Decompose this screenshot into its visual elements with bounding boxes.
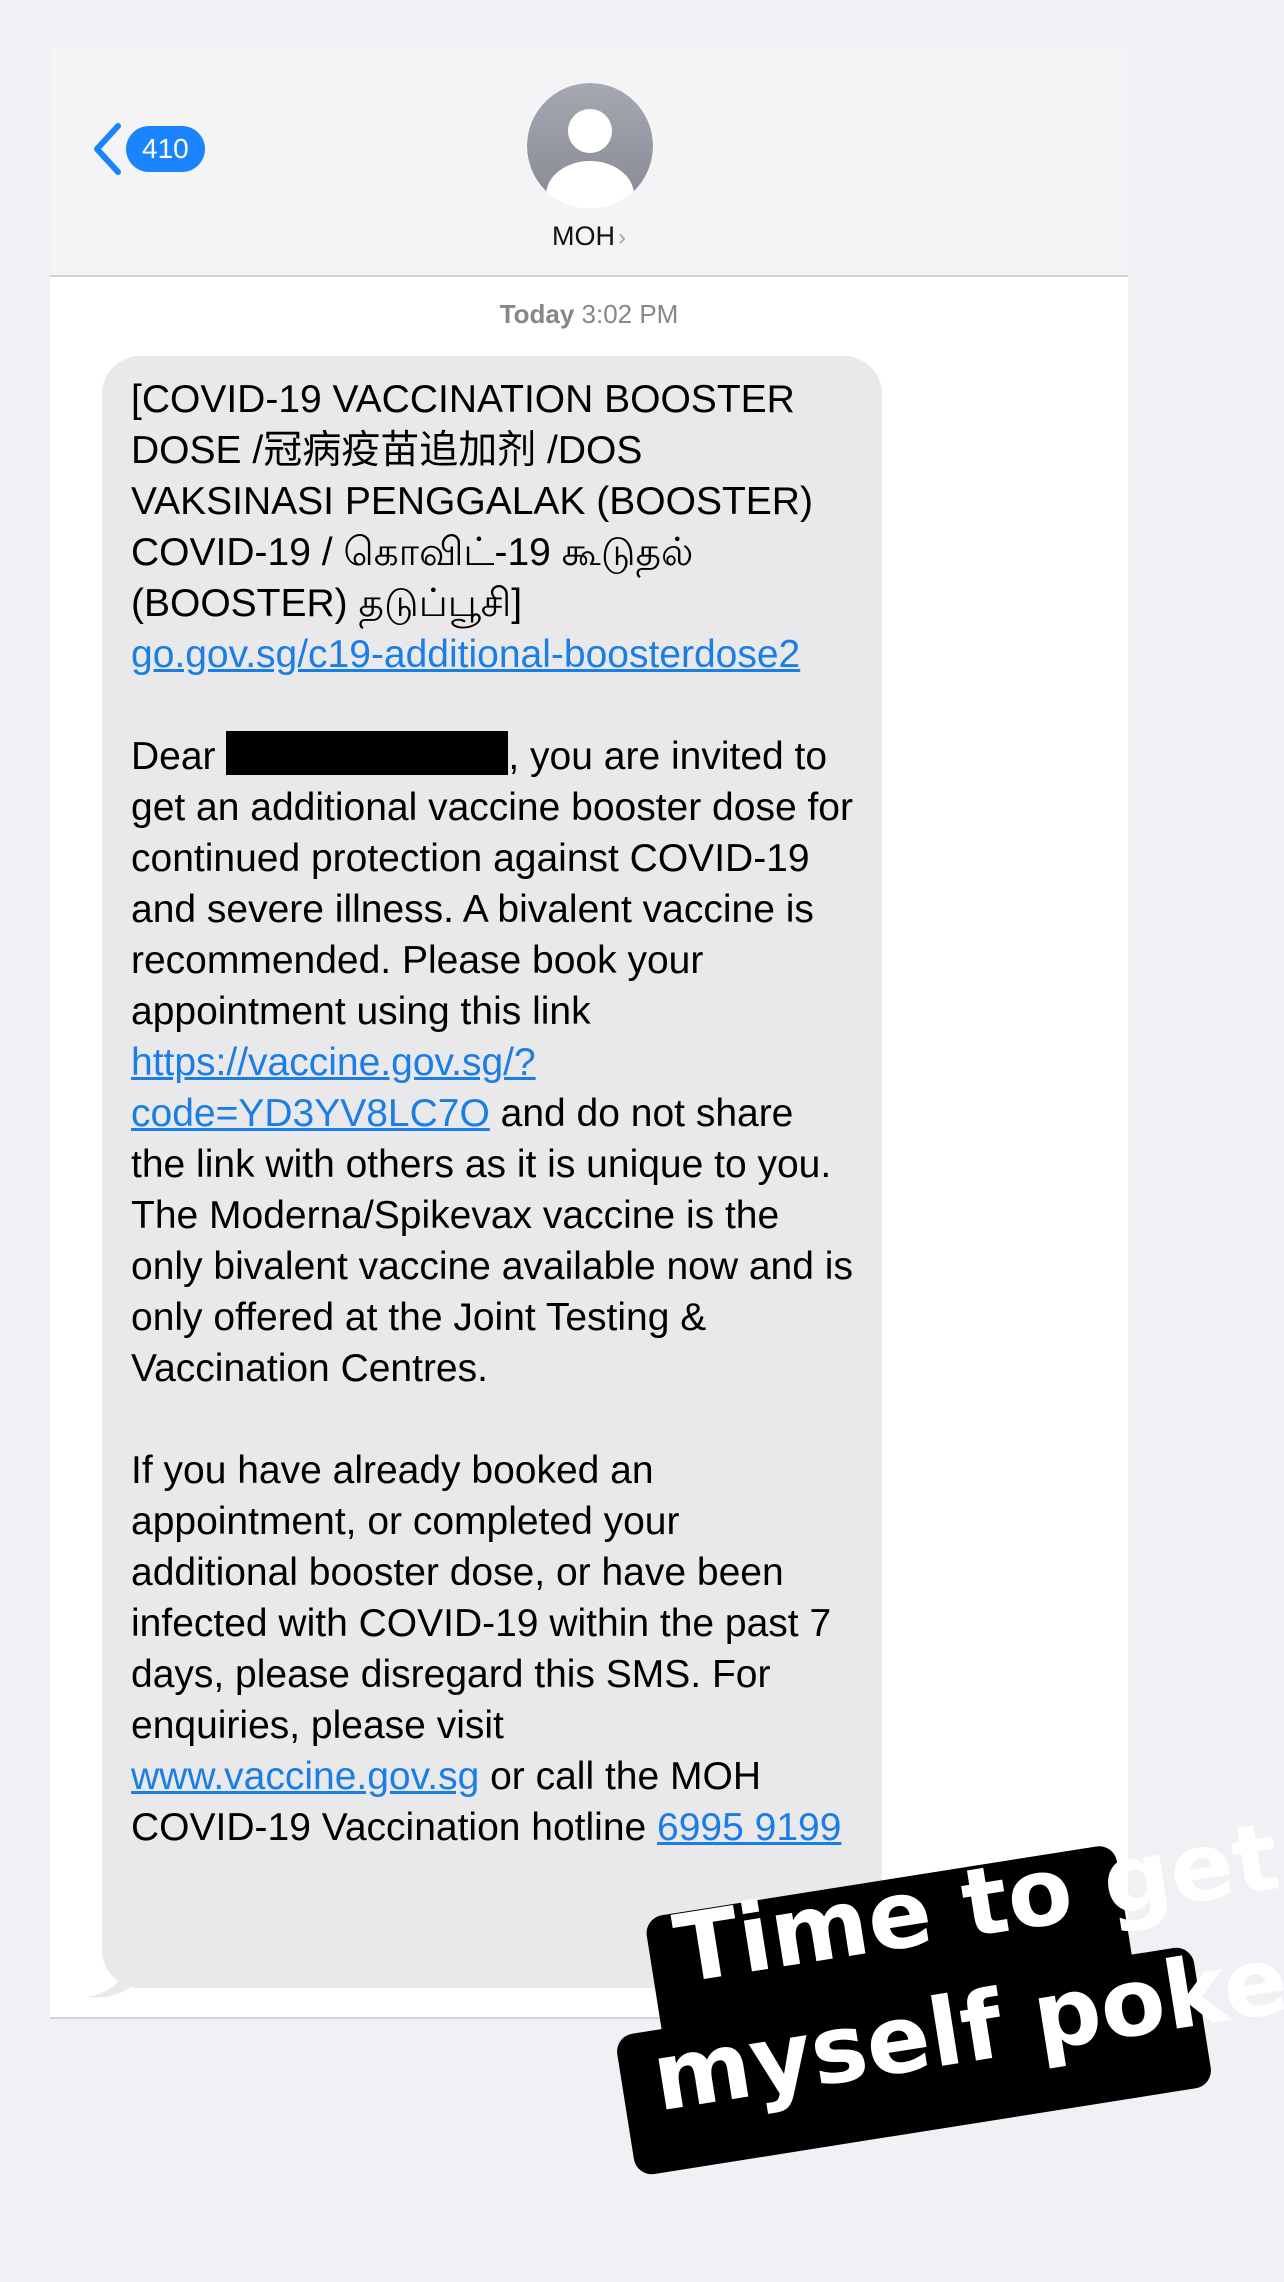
greeting-text: Dear <box>131 735 227 778</box>
contact-name-button[interactable]: MOH › <box>50 221 1128 252</box>
site-link[interactable]: www.vaccine.gov.sg <box>131 1755 479 1798</box>
screenshot-stage: 410 MOH › Today 3:02 PM [COVID-19 VACCIN… <box>0 0 1284 2282</box>
disregard-text: If you have already booked an appointmen… <box>131 1449 843 1747</box>
back-button[interactable]: 410 <box>90 119 205 179</box>
hotline-link[interactable]: 6995 9199 <box>657 1806 841 1849</box>
message-paragraph-1: Dear , you are invited to get an additio… <box>131 731 856 1394</box>
invite-text: , you are invited to get an additional v… <box>131 735 864 1033</box>
title-link[interactable]: go.gov.sg/c19-additional-boosterdose2 <box>131 633 800 676</box>
timestamp-day: Today <box>499 299 575 329</box>
timestamp-time: 3:02 PM <box>581 299 679 329</box>
message-title-text: [COVID-19 VACCINATION BOOSTER DOSE /冠病疫苗… <box>131 378 824 625</box>
booking-link[interactable]: https://vaccine.gov.sg/?code=YD3YV8LC7O <box>131 1041 536 1135</box>
person-placeholder-icon <box>527 83 653 209</box>
avatar[interactable] <box>527 83 653 209</box>
redacted-name <box>226 731 509 775</box>
message-paragraph-2: If you have already booked an appointmen… <box>131 1445 856 1853</box>
unread-count-badge: 410 <box>126 126 205 172</box>
messages-screen: 410 MOH › Today 3:02 PM [COVID-19 VACCIN… <box>50 47 1128 2019</box>
chevron-left-icon <box>94 123 121 175</box>
conversation-header: 410 MOH › <box>50 47 1128 277</box>
chevron-right-icon: › <box>618 224 626 251</box>
message-title: [COVID-19 VACCINATION BOOSTER DOSE /冠病疫苗… <box>131 374 856 680</box>
message-timestamp: Today 3:02 PM <box>50 299 1128 330</box>
vaccine-info-text: and do not share the link with others as… <box>131 1092 864 1390</box>
message-bubble[interactable]: [COVID-19 VACCINATION BOOSTER DOSE /冠病疫苗… <box>102 356 882 1988</box>
divider <box>50 2017 1128 2019</box>
contact-name: MOH <box>552 221 615 251</box>
